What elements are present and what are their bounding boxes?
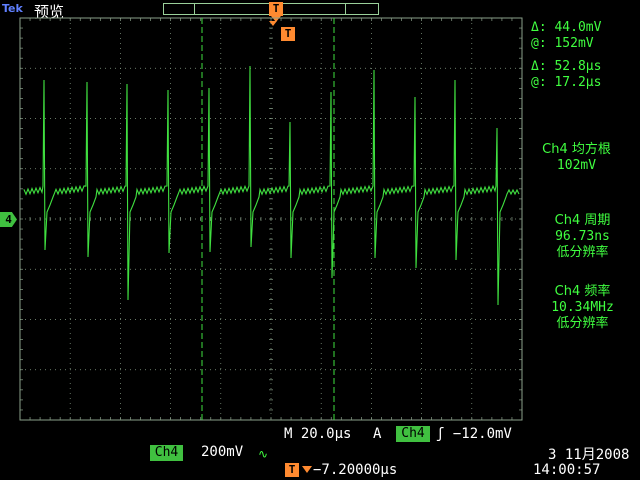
- at-symbol: @:: [531, 36, 547, 51]
- measurement-title: Ch4 周期: [554, 213, 611, 228]
- measurement-value: 96.73ns: [555, 229, 610, 244]
- trigger-offset-arrow-icon: [302, 466, 312, 473]
- measurement-panel: Δ: 44.0mV @: 152mV Δ: 52.8μs @: 17.2μs C…: [525, 18, 640, 418]
- voltage-cursor-position: @: 152mV: [531, 36, 594, 51]
- date-readout: 3 11月2008: [548, 447, 630, 463]
- time-readout: 14:00:57: [533, 462, 601, 478]
- measurement-value: 102mV: [556, 158, 597, 173]
- graticule: [19, 17, 523, 421]
- time-cursor-position: @: 17.2μs: [531, 75, 601, 90]
- time-at-value: 17.2μs: [554, 75, 602, 90]
- bottom-status-bar: M 20.0μs A Ch4 ʃ −12.0mV 200mV 3 11月2008…: [0, 420, 640, 480]
- voltage-at-value: 152mV: [554, 36, 594, 51]
- acquisition-label: A: [373, 426, 382, 442]
- channel-4-badge[interactable]: Ch4: [150, 445, 183, 461]
- at-symbol: @:: [531, 75, 547, 90]
- trigger-source-badge[interactable]: Ch4: [396, 426, 430, 442]
- bandwidth-limit-icon: ∿: [258, 447, 269, 461]
- trigger-offset-icon: T: [285, 463, 299, 477]
- measurement-title: Ch4 均方根: [542, 142, 611, 157]
- horizontal-position[interactable]: −7.20000μs: [313, 462, 397, 478]
- voltage-delta-value: 44.0mV: [554, 20, 602, 35]
- measurement-note: 低分辨率: [556, 245, 609, 260]
- time-cursor-delta: Δ: 52.8μs: [531, 59, 601, 74]
- time-delta-value: 52.8μs: [554, 59, 602, 74]
- cursor-lines: [201, 18, 335, 420]
- measurement-value: 10.34MHz: [551, 300, 614, 315]
- channel-scale[interactable]: 200mV: [201, 444, 243, 460]
- delta-symbol: Δ:: [531, 20, 547, 35]
- trigger-level[interactable]: ʃ −12.0mV: [436, 426, 512, 442]
- measurement-note: 低分辨率: [556, 316, 609, 331]
- voltage-cursor-delta: Δ: 44.0mV: [531, 20, 601, 35]
- horizontal-scale[interactable]: M 20.0μs: [284, 426, 351, 442]
- delta-symbol: Δ:: [531, 59, 547, 74]
- measurement-title: Ch4 频率: [554, 284, 611, 299]
